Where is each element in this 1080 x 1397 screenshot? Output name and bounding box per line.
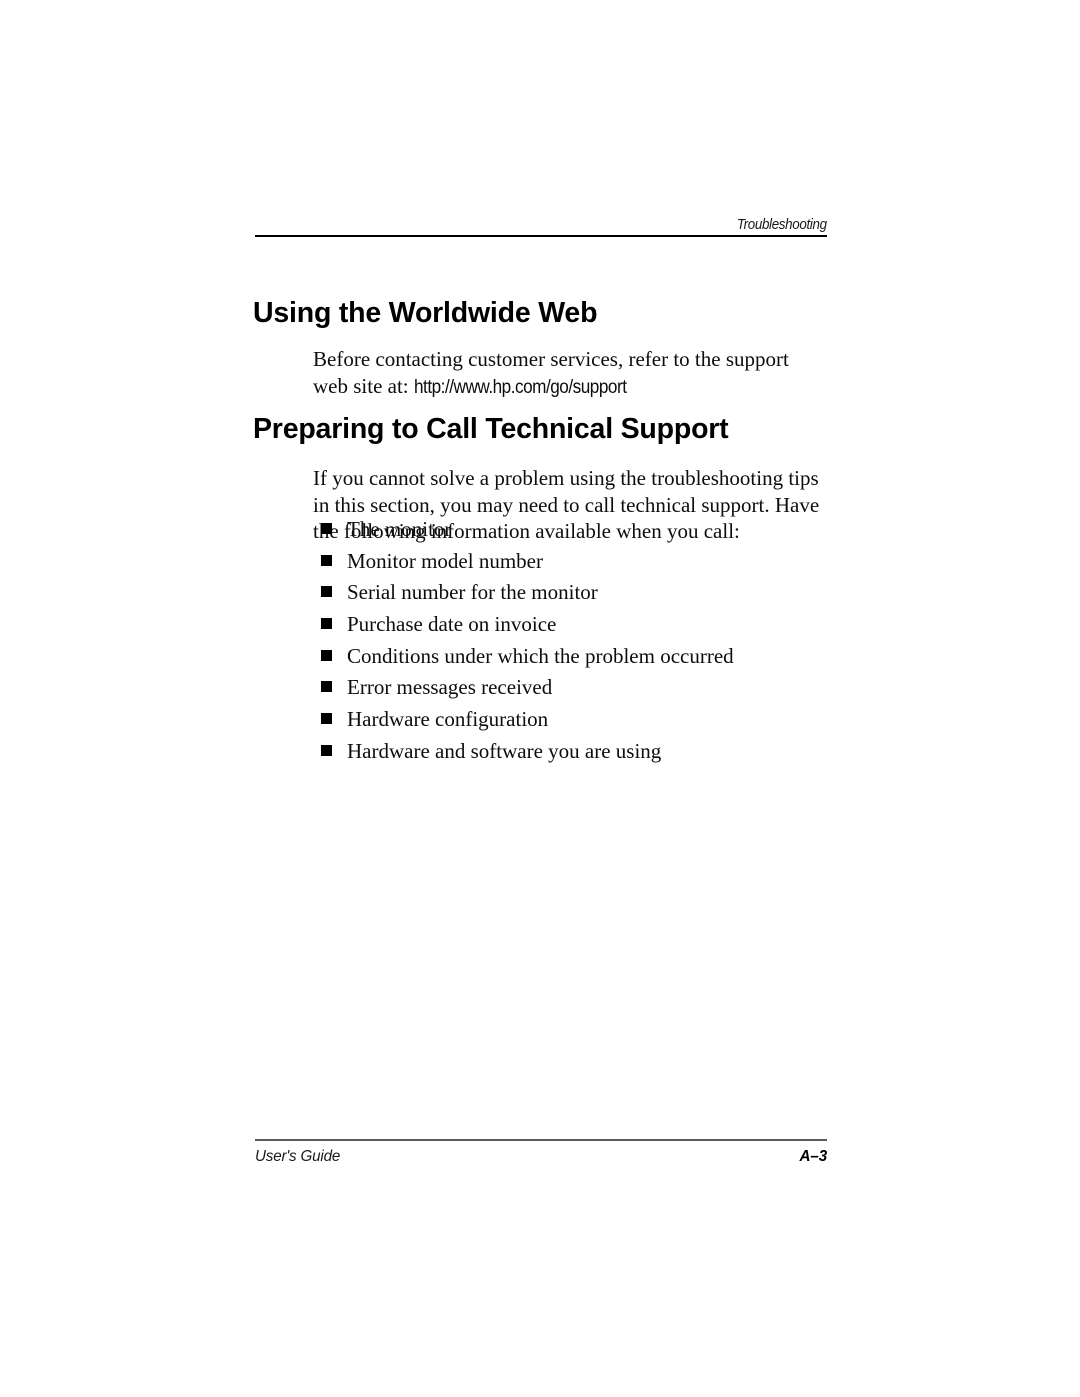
section-heading-technical-support: Preparing to Call Technical Support — [253, 413, 729, 446]
list-item: Serial number for the monitor — [321, 580, 841, 612]
list-item: Error messages received — [321, 675, 841, 707]
section-heading-worldwide-web: Using the Worldwide Web — [253, 297, 598, 330]
running-header-chapter-title: Troubleshooting — [737, 217, 827, 233]
footer-page-number: A–3 — [799, 1148, 827, 1165]
footer-document-title: User's Guide — [255, 1148, 341, 1165]
list-item: Monitor model number — [321, 549, 841, 581]
support-website-url[interactable]: http://www.hp.com/go/support — [414, 374, 627, 401]
square-bullet-icon — [321, 681, 332, 693]
list-item: The monitor — [321, 517, 841, 549]
square-bullet-icon — [321, 523, 332, 534]
page-footer: User's Guide A–3 — [255, 1148, 827, 1166]
square-bullet-icon — [321, 554, 332, 566]
square-bullet-icon — [321, 649, 332, 661]
list-item-label: Hardware configuration — [347, 707, 549, 732]
list-item-label: Purchase date on invoice — [347, 612, 557, 637]
list-item: Conditions under which the problem occur… — [321, 644, 841, 676]
square-bullet-icon — [321, 618, 332, 630]
list-item: Hardware configuration — [321, 707, 841, 739]
list-item-label: Error messages received — [347, 675, 553, 700]
square-bullet-icon — [321, 713, 332, 725]
list-item-label: Serial number for the monitor — [347, 580, 598, 605]
list-item: Hardware and software you are using — [321, 739, 841, 771]
paragraph-worldwide-web: Before contacting customer services, ref… — [313, 346, 829, 400]
footer-divider-rule — [255, 1139, 827, 1141]
square-bullet-icon — [321, 744, 332, 756]
header-divider-rule — [255, 235, 827, 237]
document-page: Troubleshooting Using the Worldwide Web … — [0, 0, 1080, 1397]
list-item-label: The monitor — [347, 517, 452, 541]
list-item-label: Hardware and software you are using — [347, 738, 662, 763]
running-header: Troubleshooting — [255, 216, 827, 234]
list-item-label: Monitor model number — [347, 548, 543, 573]
list-item: Purchase date on invoice — [321, 612, 841, 644]
technical-support-checklist: The monitor Monitor model number Serial … — [321, 517, 841, 771]
list-item-label: Conditions under which the problem occur… — [347, 643, 734, 668]
square-bullet-icon — [321, 586, 332, 598]
